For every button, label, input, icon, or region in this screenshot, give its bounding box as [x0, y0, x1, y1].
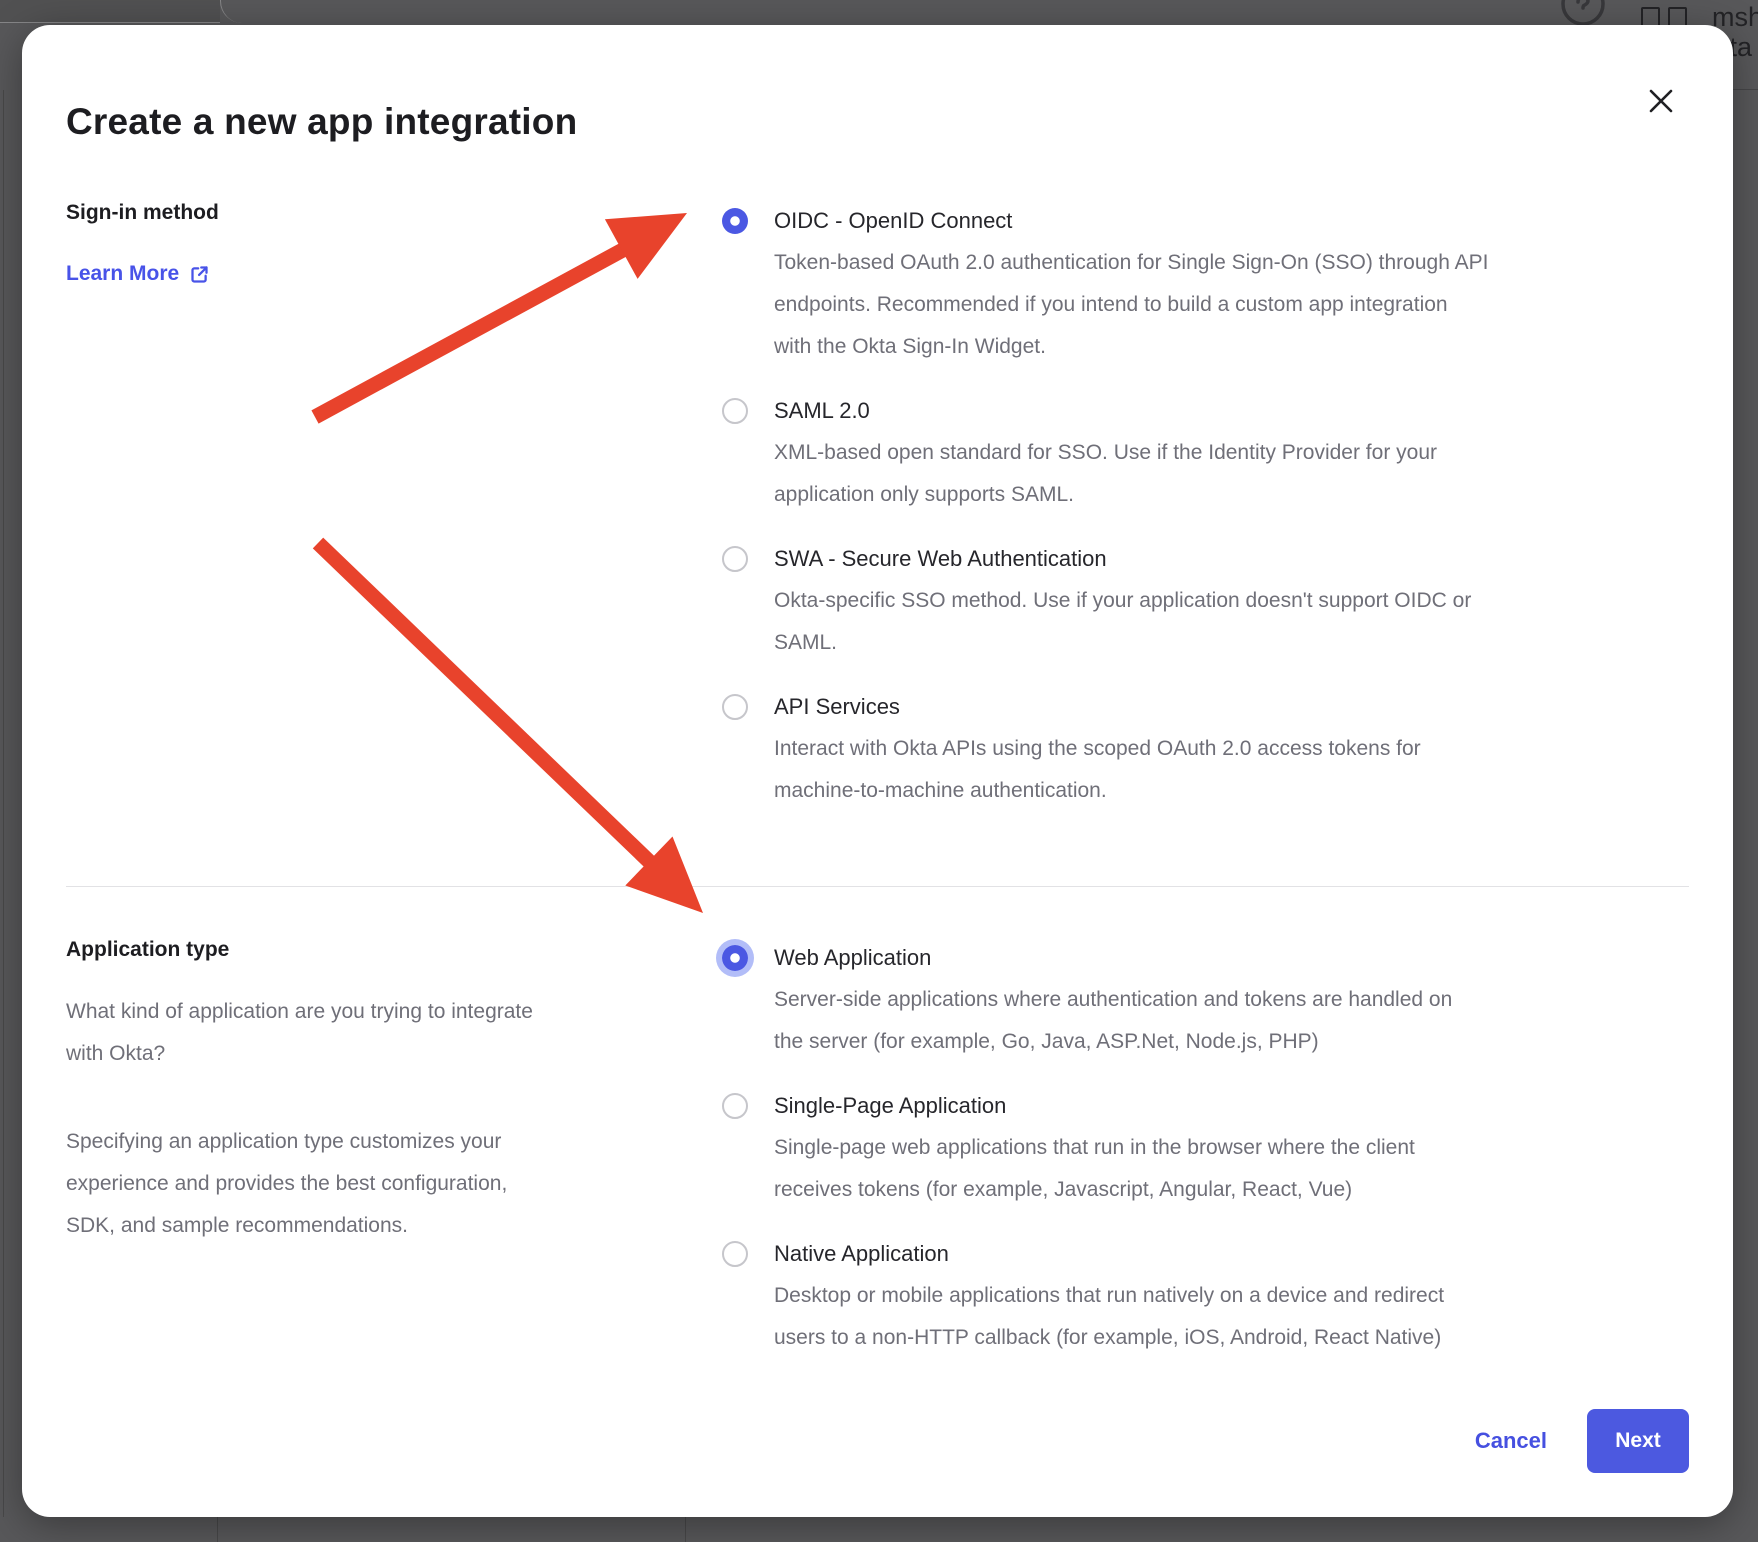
page-background: { "background": { "top_right_text_top": … [0, 0, 1758, 1542]
option-saml-desc: application only supports SAML. [774, 474, 1437, 516]
intro-line: with Okta? [66, 1042, 165, 1065]
detail-line: Specifying an application type customize… [66, 1130, 501, 1153]
learn-more-label: Learn More [66, 262, 179, 286]
option-api-services-label: API Services [774, 686, 1421, 728]
signin-method-section: Sign-in method Learn More OIDC - OpenID … [66, 200, 1689, 812]
option-single-page-application-label: Single-Page Application [774, 1085, 1415, 1127]
dialog-footer: Cancel Next [1475, 1409, 1689, 1473]
option-oidc-desc: with the Okta Sign-In Widget. [774, 326, 1488, 368]
apps-grid-square [1641, 7, 1660, 27]
background-header-edge [1733, 89, 1758, 90]
option-saml-label: SAML 2.0 [774, 390, 1437, 432]
background-panel-left-edge [3, 90, 4, 1517]
option-web-application-desc: the server (for example, Go, Java, ASP.N… [774, 1021, 1452, 1063]
option-native-application-desc: users to a non-HTTP callback (for exampl… [774, 1317, 1444, 1359]
option-swa[interactable]: SWA - Secure Web Authentication Okta-spe… [722, 538, 1689, 664]
background-panel-divider-1 [217, 1517, 218, 1542]
option-api-services[interactable]: API Services Interact with Okta APIs usi… [722, 686, 1689, 812]
help-icon [1556, 0, 1610, 28]
background-top-band [0, 0, 220, 22]
option-single-page-application[interactable]: Single-Page Application Single-page web … [722, 1085, 1689, 1211]
next-button[interactable]: Next [1587, 1409, 1689, 1473]
detail-line: experience and provides the best configu… [66, 1172, 507, 1195]
option-single-page-application-desc: receives tokens (for example, Javascript… [774, 1169, 1415, 1211]
application-type-options-group: Web Application Server-side applications… [722, 937, 1689, 1359]
option-single-page-application-desc: Single-page web applications that run in… [774, 1127, 1415, 1169]
background-panel-edge [0, 22, 220, 23]
background-panel-corner [220, 0, 245, 23]
option-native-application-label: Native Application [774, 1233, 1444, 1275]
option-oidc-label: OIDC - OpenID Connect [774, 200, 1488, 242]
option-web-application-label: Web Application [774, 937, 1452, 979]
signin-options-group: OIDC - OpenID Connect Token-based OAuth … [722, 200, 1689, 812]
radio-single-page-application[interactable] [722, 1093, 748, 1119]
option-saml[interactable]: SAML 2.0 XML-based open standard for SSO… [722, 390, 1689, 516]
option-api-services-desc: machine-to-machine authentication. [774, 770, 1421, 812]
application-type-heading: Application type [66, 937, 662, 963]
external-link-icon [189, 264, 210, 285]
option-swa-desc: Okta-specific SSO method. Use if your ap… [774, 580, 1471, 622]
option-web-application-desc: Server-side applications where authentic… [774, 979, 1452, 1021]
option-native-application-desc: Desktop or mobile applications that run … [774, 1275, 1444, 1317]
option-oidc[interactable]: OIDC - OpenID Connect Token-based OAuth … [722, 200, 1689, 368]
radio-swa[interactable] [722, 546, 748, 572]
intro-line: What kind of application are you trying … [66, 1000, 533, 1023]
option-web-application[interactable]: Web Application Server-side applications… [722, 937, 1689, 1063]
radio-oidc-selected[interactable] [722, 208, 748, 234]
application-type-intro: What kind of application are you trying … [66, 991, 662, 1075]
create-app-integration-dialog: Create a new app integration Sign-in met… [22, 25, 1733, 1517]
radio-native-application[interactable] [722, 1241, 748, 1267]
application-type-detail: Specifying an application type customize… [66, 1121, 662, 1247]
radio-api-services[interactable] [722, 694, 748, 720]
option-swa-desc: SAML. [774, 622, 1471, 664]
background-panel-divider-2 [685, 1517, 686, 1542]
signin-method-heading: Sign-in method [66, 200, 662, 226]
section-divider [66, 886, 1689, 887]
option-saml-desc: XML-based open standard for SSO. Use if … [774, 432, 1437, 474]
option-oidc-desc: Token-based OAuth 2.0 authentication for… [774, 242, 1488, 284]
page-title: Create a new app integration [66, 25, 1689, 145]
cancel-button[interactable]: Cancel [1475, 1428, 1547, 1454]
apps-grid-icon [1641, 7, 1687, 27]
apps-grid-square [1668, 7, 1687, 27]
radio-saml[interactable] [722, 398, 748, 424]
detail-line: SDK, and sample recommendations. [66, 1214, 408, 1237]
application-type-section: Application type What kind of applicatio… [66, 937, 1689, 1359]
option-swa-label: SWA - Secure Web Authentication [774, 538, 1471, 580]
learn-more-link[interactable]: Learn More [66, 262, 210, 286]
radio-web-application-selected[interactable] [722, 945, 748, 971]
option-native-application[interactable]: Native Application Desktop or mobile app… [722, 1233, 1689, 1359]
option-api-services-desc: Interact with Okta APIs using the scoped… [774, 728, 1421, 770]
option-oidc-desc: endpoints. Recommended if you intend to … [774, 284, 1488, 326]
